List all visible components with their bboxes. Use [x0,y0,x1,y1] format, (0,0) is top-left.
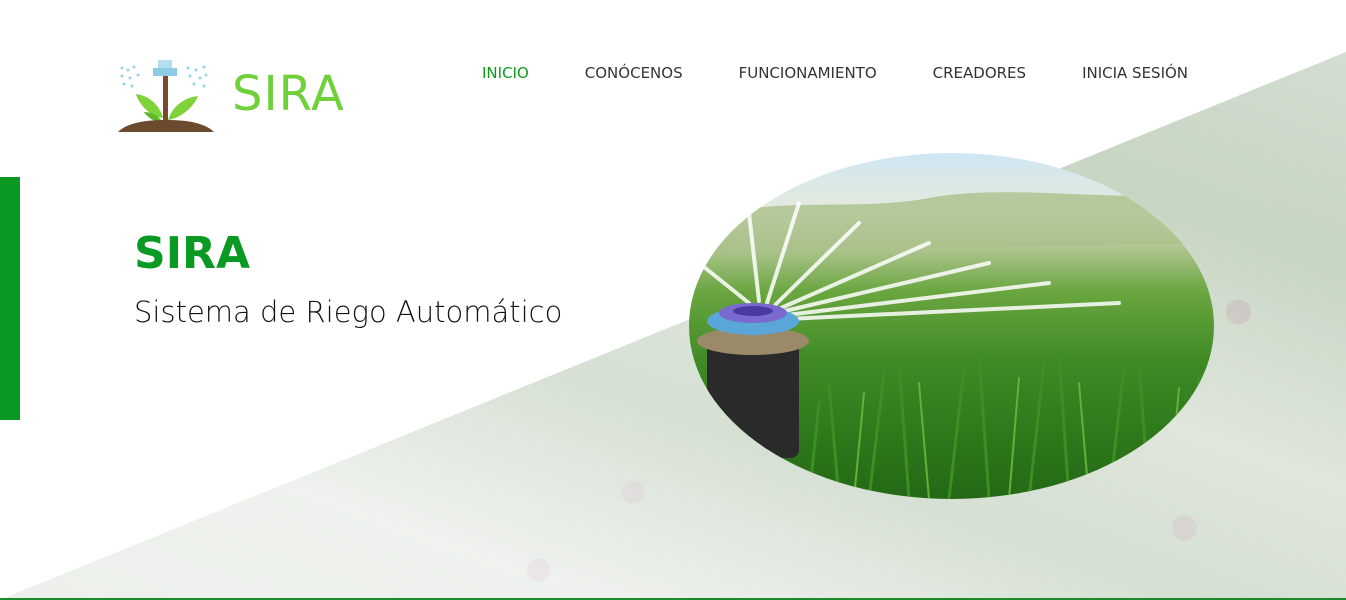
main-navigation: INICIO CONÓCENOS FUNCIONAMIENTO CREADORE… [482,64,1188,86]
logo-text: SIRA [232,66,345,122]
hero-title: SIRA [134,228,250,279]
side-accent-bar [0,177,20,420]
hero-subtitle: Sistema de Riego Automático [134,295,563,329]
lawn-sprinkler-illustration [689,192,1214,499]
hero-sprinkler-image [689,153,1214,499]
nav-item-funcionamiento[interactable]: FUNCIONAMIENTO [739,64,877,86]
nav-item-inicia-sesion[interactable]: INICIA SESIÓN [1082,64,1188,86]
nav-item-creadores[interactable]: CREADORES [933,64,1026,86]
site-logo[interactable]: SIRA [118,58,344,134]
nav-item-inicio[interactable]: INICIO [482,64,529,86]
nav-item-conocenos[interactable]: CONÓCENOS [585,64,683,86]
sprinkler-plant-icon [118,60,214,132]
